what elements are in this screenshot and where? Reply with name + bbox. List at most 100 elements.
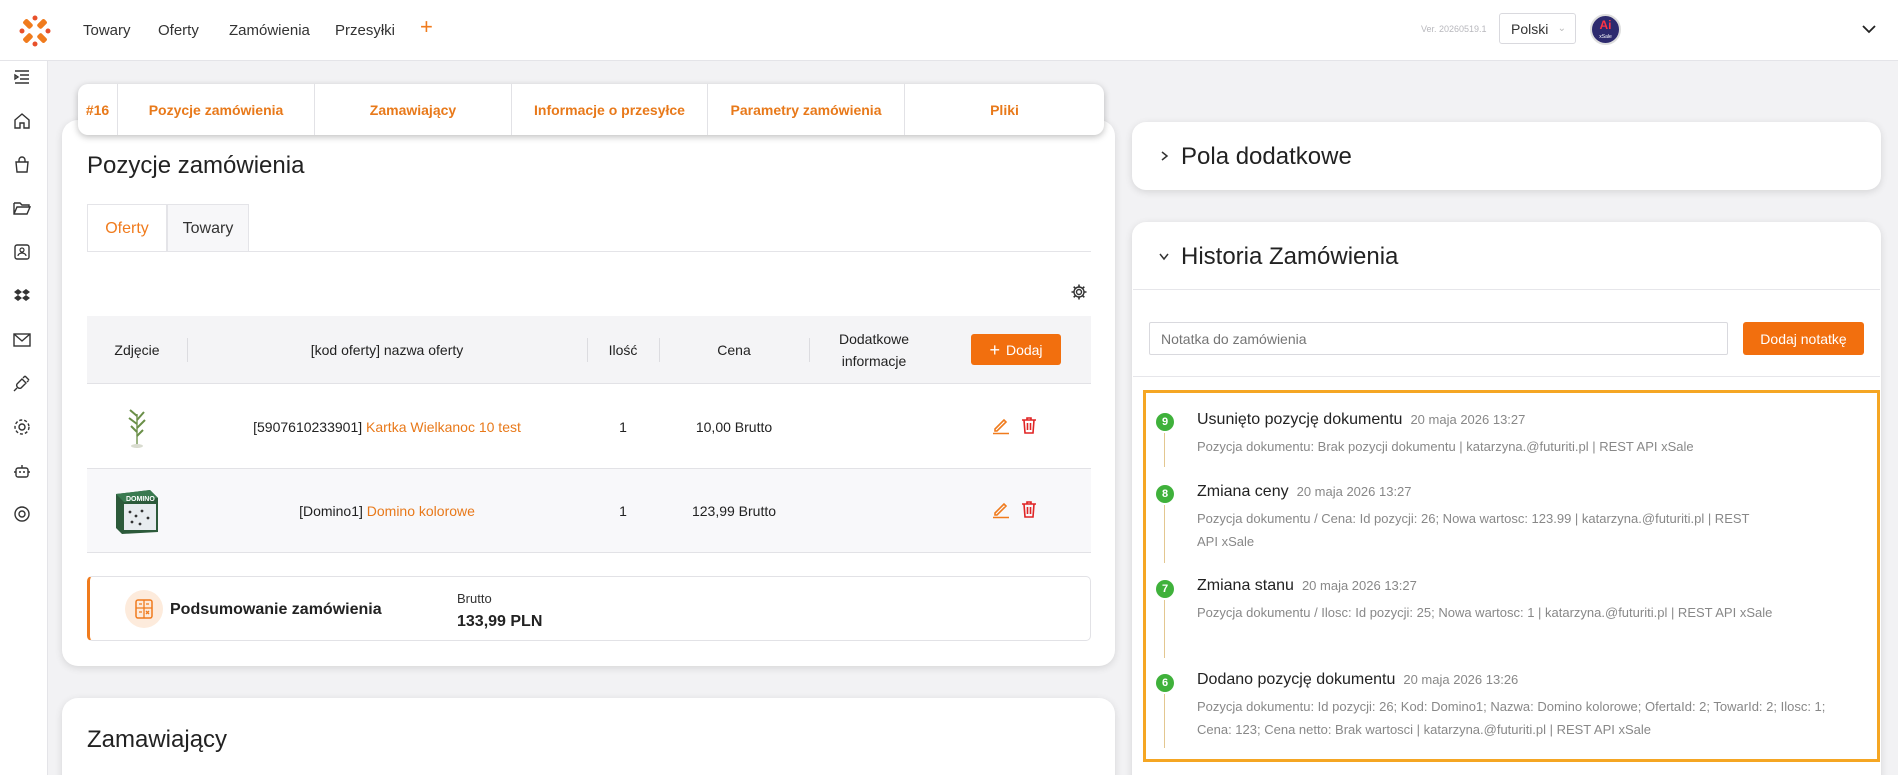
col-extra-info: Dodatkowe informacje [838, 331, 910, 369]
table-row: DOMINO [Domino1] Domino kolorowe 1 123,9… [87, 469, 1091, 553]
edit-pencil-icon[interactable] [991, 415, 1011, 435]
history-entry-desc: Pozycja dokumentu / Cena: Id pozycji: 26… [1197, 511, 1750, 526]
history-entry-desc-cont: API xSale [1197, 534, 1255, 549]
chevron-down-icon: ⌄ [1557, 23, 1566, 34]
col-price: Cena [717, 342, 751, 358]
calculator-icon [125, 590, 163, 628]
history-timeline-line [1164, 505, 1165, 563]
history-entry-title-text: Zmiana ceny [1197, 483, 1289, 500]
row-price: 123,99 Brutto [691, 503, 777, 519]
subtab-towary[interactable]: Towary [167, 204, 249, 252]
tab-positions[interactable]: Pozycje zamówienia [118, 84, 315, 135]
top-bar: Towary Oferty Zamówienia Przesyłki + Ver… [0, 0, 1898, 61]
summary-label: Brutto [457, 591, 492, 606]
orderer-title: Zamawiający [87, 726, 228, 753]
row-offer-name: [5907610233901] Kartka Wielkanoc 10 test [187, 385, 587, 469]
folder-open-icon[interactable] [12, 198, 32, 218]
dropbox-icon[interactable] [12, 286, 32, 306]
tab-orderer[interactable]: Zamawiający [315, 84, 512, 135]
add-note-button[interactable]: Dodaj notatkę [1743, 322, 1864, 355]
tab-order-number[interactable]: #16 [78, 84, 118, 135]
app-logo-icon[interactable] [18, 14, 52, 48]
contact-card-icon[interactable] [12, 242, 32, 262]
history-entry-title-text: Dodano pozycję dokumentu [1197, 671, 1396, 688]
edit-pencil-icon[interactable] [991, 499, 1011, 519]
plug-icon[interactable] [12, 373, 32, 393]
row-offer-link[interactable]: Kartka Wielkanoc 10 test [366, 419, 521, 435]
subtab-divider [87, 251, 1091, 252]
row-qty: 1 [619, 419, 627, 435]
sidebar [0, 61, 48, 775]
table-settings-gear-icon[interactable] [1070, 283, 1088, 301]
domino-box-icon: DOMINO [116, 490, 158, 534]
col-offer-name: [kod oferty] nazwa oferty [310, 342, 464, 358]
row-offer-name: [Domino1] Domino kolorowe [187, 469, 587, 553]
tab-files[interactable]: Pliki [905, 84, 1104, 135]
history-entry-title: Usunięto pozycję dokumentu 20 maja 2026 1… [1197, 411, 1525, 429]
plus-icon: + [989, 339, 1000, 360]
history-entry-badge: 9 [1156, 413, 1174, 431]
row-photo [87, 385, 187, 469]
row-price: 10,00 Brutto [695, 419, 773, 435]
orderer-card: Zamawiający [62, 698, 1115, 775]
collapse-menu-icon[interactable] [12, 67, 32, 87]
robot-icon[interactable] [12, 461, 32, 481]
history-entry-desc-cont: Cena: 123; Cena netto: Brak wartosci | k… [1197, 722, 1651, 737]
avatar-main: Ai [1599, 18, 1612, 32]
history-entry-time: 20 maja 2026 13:26 [1403, 672, 1519, 687]
summary-value: 133,99 PLN [457, 613, 543, 630]
row-offer-link[interactable]: Domino kolorowe [367, 503, 475, 519]
extra-fields-card[interactable]: Pola dodatkowe [1132, 122, 1881, 190]
support-icon[interactable] [12, 504, 32, 524]
order-note-input[interactable] [1149, 322, 1728, 355]
history-entry-time: 20 maja 2026 13:27 [1296, 484, 1412, 499]
add-position-label: Dodaj [1005, 341, 1043, 358]
nav-add-icon[interactable]: + [420, 16, 433, 38]
chevron-down-icon[interactable] [1860, 20, 1878, 38]
avatar-sub: xSale [1599, 34, 1612, 40]
row-qty: 1 [619, 503, 627, 519]
chevron-right-icon [1161, 151, 1169, 161]
history-entry-title-text: Usunięto pozycję dokumentu [1197, 411, 1403, 428]
order-section-tabs: #16 Pozycje zamówienia Zamawiający Infor… [78, 84, 1104, 135]
row-offer-code: [5907610233901] [253, 419, 363, 435]
easter-card-icon [128, 409, 146, 448]
tab-order-params[interactable]: Parametry zamówienia [708, 84, 905, 135]
history-entry-badge: 8 [1156, 485, 1174, 503]
history-entry-title: Zmiana ceny 20 maja 2026 13:27 [1197, 483, 1412, 501]
history-divider [1133, 289, 1880, 290]
chevron-down-icon[interactable] [1157, 249, 1171, 263]
nav-towary[interactable]: Towary [83, 22, 131, 39]
nav-przesylki[interactable]: Przesyłki [335, 22, 395, 39]
tab-shipment-info[interactable]: Informacje o przesyłce [512, 84, 708, 135]
history-timeline-line [1164, 694, 1165, 748]
summary-title: Podsumowanie zamówienia [170, 601, 382, 618]
gear-icon[interactable] [12, 417, 32, 437]
avatar[interactable]: Ai xSale [1590, 14, 1621, 45]
nav-zamowienia[interactable]: Zamówienia [229, 22, 310, 39]
subtab-oferty[interactable]: Oferty [87, 204, 167, 252]
history-entry-time: 20 maja 2026 13:27 [1301, 578, 1417, 593]
col-photo: Zdjęcie [114, 342, 160, 358]
history-entry-desc: Pozycja dokumentu: Brak pozycji dokument… [1197, 439, 1694, 454]
order-summary: Podsumowanie zamówienia Brutto 133,99 PL… [87, 576, 1091, 641]
history-entry-title-text: Zmiana stanu [1197, 577, 1294, 594]
add-position-button[interactable]: + Dodaj [971, 334, 1061, 365]
delete-trash-icon[interactable] [1019, 499, 1039, 519]
mail-icon[interactable] [12, 330, 32, 350]
delete-trash-icon[interactable] [1019, 415, 1039, 435]
history-entry-title: Dodano pozycję dokumentu 20 maja 2026 13:… [1197, 671, 1518, 689]
language-value: Polski [1511, 21, 1549, 37]
language-select[interactable]: Polski ⌄ [1499, 13, 1576, 44]
history-entry-badge: 7 [1156, 580, 1174, 598]
nav-oferty[interactable]: Oferty [158, 22, 199, 39]
shopping-bag-icon[interactable] [12, 155, 32, 175]
row-photo: DOMINO [87, 469, 187, 553]
extra-fields-title: Pola dodatkowe [1181, 143, 1352, 170]
row-offer-code: [Domino1] [299, 503, 363, 519]
table-row: [5907610233901] Kartka Wielkanoc 10 test… [87, 385, 1091, 469]
history-title: Historia Zamówienia [1181, 243, 1399, 270]
history-entry-desc: Pozycja dokumentu: Id pozycji: 26; Kod: … [1197, 699, 1826, 714]
home-icon[interactable] [12, 111, 32, 131]
history-entry-title: Zmiana stanu 20 maja 2026 13:27 [1197, 577, 1417, 595]
